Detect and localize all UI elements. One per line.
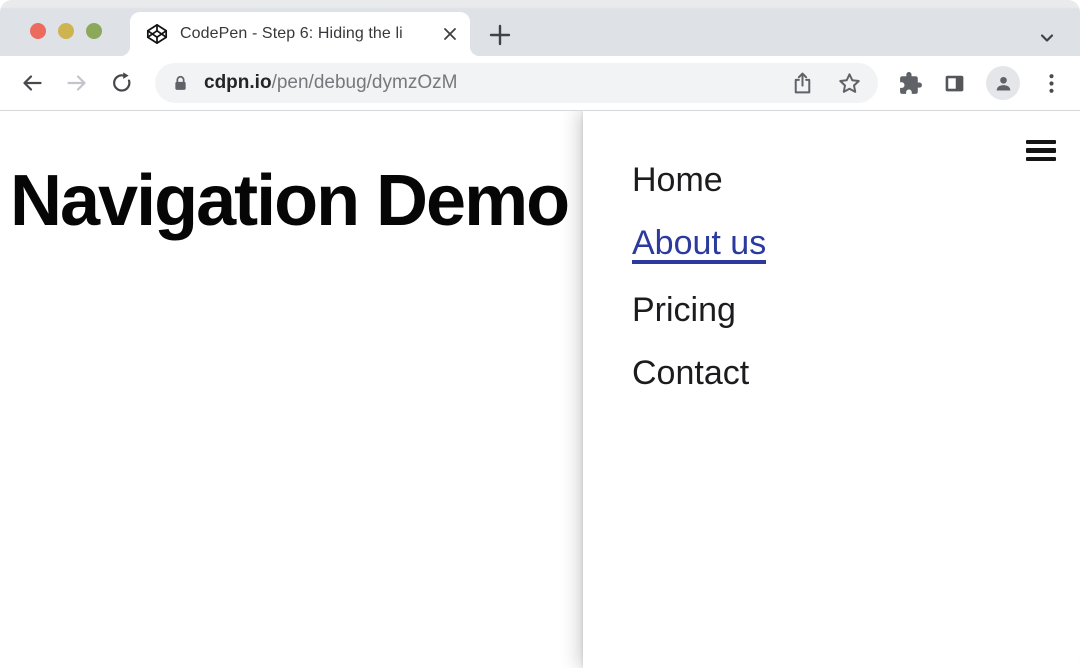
share-icon[interactable] (790, 71, 815, 96)
minimize-window-button[interactable] (58, 23, 74, 39)
nav-item: About us (632, 226, 1080, 264)
hamburger-bar (1026, 140, 1056, 144)
profile-avatar[interactable] (986, 66, 1020, 100)
browser-toolbar: cdpn.io/pen/debug/dymzOzM (0, 56, 1080, 111)
close-tab-icon[interactable] (442, 26, 458, 42)
person-icon (993, 73, 1014, 94)
codepen-icon (146, 23, 168, 45)
puzzle-icon[interactable] (898, 71, 923, 96)
nav-link-contact[interactable]: Contact (632, 354, 749, 392)
back-arrow-icon[interactable] (20, 71, 44, 95)
tab-title: CodePen - Step 6: Hiding the li (180, 25, 434, 43)
tab-strip: CodePen - Step 6: Hiding the li (0, 0, 1080, 56)
nav-item: Home (632, 163, 1080, 197)
nav-drawer: Home About us Pricing Contact (583, 111, 1080, 668)
nav-link-about-us[interactable]: About us (632, 226, 766, 264)
close-window-button[interactable] (30, 23, 46, 39)
hamburger-bar (1026, 157, 1056, 161)
page-title: Navigation Demo (10, 163, 568, 239)
side-panel-icon[interactable] (942, 71, 967, 96)
nav-link-pricing[interactable]: Pricing (632, 291, 736, 329)
zoom-window-button[interactable] (86, 23, 102, 39)
window-controls (30, 23, 102, 39)
url-host: cdpn.io (204, 72, 272, 93)
browser-tab[interactable]: CodePen - Step 6: Hiding the li (130, 12, 470, 56)
url-path: /pen/debug/dymzOzM (272, 72, 458, 93)
nav-link-home[interactable]: Home (632, 161, 723, 199)
hamburger-icon[interactable] (1026, 140, 1056, 161)
browser-window: CodePen - Step 6: Hiding the li (0, 0, 1080, 669)
toolbar-right-icons (886, 66, 1064, 100)
star-icon[interactable] (837, 71, 862, 96)
nav-list: Home About us Pricing Contact (583, 163, 1080, 390)
page-content: Navigation Demo Home About us Pricing Co… (0, 111, 1080, 668)
nav-item: Contact (632, 356, 1080, 390)
drawer-nav: Home About us Pricing Contact (583, 163, 1080, 390)
nav-item: Pricing (632, 293, 1080, 327)
address-bar[interactable]: cdpn.io/pen/debug/dymzOzM (155, 63, 878, 103)
chevron-down-icon[interactable] (1038, 29, 1056, 47)
new-tab-button[interactable] (486, 21, 514, 49)
forward-arrow-icon (65, 71, 89, 95)
reload-icon[interactable] (110, 71, 134, 95)
lock-icon[interactable] (171, 74, 190, 93)
kebab-menu-icon[interactable] (1039, 71, 1064, 96)
hamburger-bar (1026, 148, 1056, 152)
url-text: cdpn.io/pen/debug/dymzOzM (204, 72, 457, 94)
